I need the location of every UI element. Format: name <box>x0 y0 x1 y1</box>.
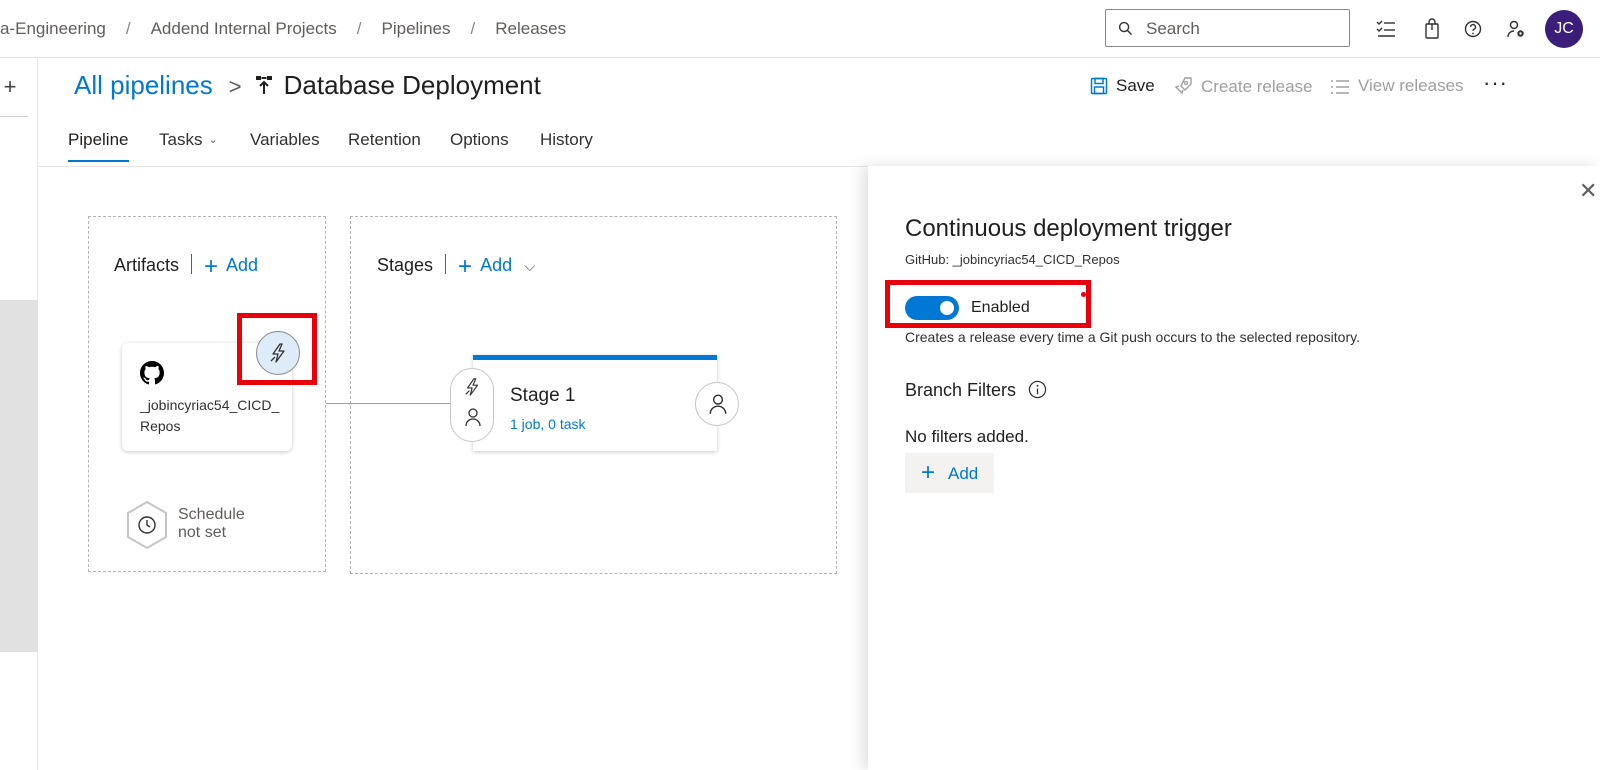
release-pipeline-icon <box>254 72 276 103</box>
branch-filters-heading: Branch Filters <box>905 380 1047 401</box>
tab-tasks[interactable]: Tasks ⌄ <box>159 130 218 160</box>
tab-label: Variables <box>250 130 320 149</box>
more-actions-button[interactable]: ··· <box>1483 70 1508 96</box>
tab-retention[interactable]: Retention <box>348 130 421 160</box>
pre-deployment-conditions[interactable] <box>450 368 494 442</box>
top-bar: a-Engineering / Addend Internal Projects / P… <box>0 0 1600 58</box>
add-stage-label: Add <box>480 255 513 275</box>
add-icon[interactable]: + <box>0 74 20 100</box>
save-label: Save <box>1116 76 1155 95</box>
tab-history[interactable]: History <box>540 130 593 160</box>
github-icon <box>140 361 164 385</box>
breadcrumb: a-Engineering / Addend Internal Projects / P… <box>0 19 566 39</box>
save-button[interactable]: Save <box>1090 76 1155 102</box>
artifacts-heading: Artifacts <box>114 255 180 275</box>
plus-icon: + <box>204 253 219 280</box>
divider <box>445 254 447 274</box>
trigger-description: Creates a release every time a Git push … <box>905 329 1360 345</box>
divider <box>38 166 898 167</box>
highlight-box <box>237 313 317 385</box>
tab-label: Options <box>450 130 509 149</box>
divider <box>191 254 193 274</box>
collapsed-nav-panel <box>0 300 38 652</box>
tab-label: Retention <box>348 130 421 149</box>
chevron-down-icon: ⌄ <box>208 134 218 146</box>
stage-card[interactable]: Stage 1 1 job, 0 task <box>473 355 717 451</box>
add-filter-label: Add <box>948 464 979 483</box>
search-input[interactable] <box>1146 18 1341 40</box>
user-settings-icon[interactable] <box>1505 18 1527 40</box>
panel-subtitle: GitHub: _jobincyriac54_CICD_Repos <box>905 252 1120 267</box>
tab-label: Pipeline <box>68 130 129 149</box>
breadcrumb-separator: / <box>470 19 476 38</box>
breadcrumb-separator: / <box>356 19 362 38</box>
page-title-row: All pipelines > Database Deployment <box>74 70 541 106</box>
schedule-line-1: Schedule <box>178 506 245 523</box>
breadcrumb-item-org[interactable]: a-Engineering <box>0 19 106 39</box>
artifact-name: _jobincyriac54_CICD_Repos <box>140 397 280 434</box>
panel-title: Continuous deployment trigger <box>905 215 1232 242</box>
add-stage-button[interactable]: + Add ⌵ <box>458 253 535 280</box>
tab-pipeline[interactable]: Pipeline <box>68 130 129 162</box>
chevron-down-icon[interactable]: ⌵ <box>524 258 535 275</box>
help-icon[interactable] <box>1462 18 1484 40</box>
search-icon <box>1118 21 1133 36</box>
left-rail: + <box>0 58 38 770</box>
trigger-panel: ✕ Continuous deployment trigger GitHub: … <box>868 166 1600 770</box>
save-icon <box>1090 77 1108 95</box>
stages-header: Stages + Add ⌵ <box>377 253 535 281</box>
artifacts-header: Artifacts + Add <box>114 253 258 281</box>
stages-heading: Stages <box>377 255 434 275</box>
highlight-box <box>885 280 1091 328</box>
tab-label: History <box>540 130 593 149</box>
shopping-bag-icon[interactable] <box>1421 18 1443 40</box>
close-icon[interactable]: ✕ <box>1579 178 1597 204</box>
plus-icon: + <box>458 253 473 280</box>
branch-filters-label: Branch Filters <box>905 380 1017 400</box>
list-icon <box>1331 80 1349 94</box>
schedule-text: Schedule not set <box>178 506 245 542</box>
info-icon[interactable] <box>1028 380 1047 399</box>
chevron-right-icon: > <box>228 74 242 99</box>
schedule-clock-icon <box>127 500 167 550</box>
breadcrumb-item-releases[interactable]: Releases <box>495 19 566 39</box>
create-release-label: Create release <box>1201 77 1313 96</box>
breadcrumb-item-project[interactable]: Addend Internal Projects <box>151 19 337 39</box>
tab-variables[interactable]: Variables <box>250 130 320 160</box>
all-pipelines-link[interactable]: All pipelines <box>74 70 213 100</box>
tab-options[interactable]: Options <box>450 130 509 160</box>
stage-summary-link[interactable]: 1 job, 0 task <box>510 416 586 432</box>
add-artifact-button[interactable]: + Add <box>204 253 259 280</box>
person-icon <box>465 408 481 427</box>
view-releases-button[interactable]: View releases <box>1330 76 1464 102</box>
search-box[interactable] <box>1105 9 1350 47</box>
no-filters-text: No filters added. <box>905 427 1029 446</box>
pipeline-name[interactable]: Database Deployment <box>284 70 541 100</box>
task-list-icon[interactable] <box>1375 18 1397 40</box>
divider <box>0 116 28 117</box>
add-branch-filter-button[interactable]: + Add <box>905 453 994 493</box>
post-deployment-conditions[interactable] <box>695 382 739 426</box>
create-release-button[interactable]: Create release <box>1173 76 1313 102</box>
avatar[interactable]: JC <box>1545 10 1583 48</box>
person-icon <box>709 394 727 414</box>
plus-icon: + <box>921 459 936 486</box>
tab-label: Tasks <box>159 130 203 149</box>
schedule-line-2: not set <box>178 524 227 541</box>
view-releases-label: View releases <box>1358 76 1464 95</box>
add-artifact-label: Add <box>226 255 259 275</box>
stage-name: Stage 1 <box>510 385 576 406</box>
breadcrumb-separator: / <box>125 19 131 38</box>
lightning-icon <box>465 378 479 396</box>
rocket-icon <box>1174 77 1192 95</box>
breadcrumb-item-pipelines[interactable]: Pipelines <box>382 19 451 39</box>
